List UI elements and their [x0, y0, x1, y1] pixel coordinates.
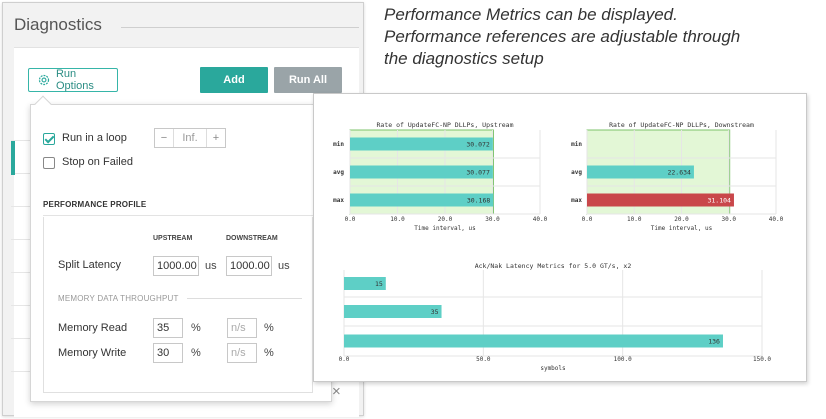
data-label: 30.168 — [467, 197, 491, 205]
chart-title: Ack/Nak Latency Metrics for 5.0 GT/s, x2 — [475, 262, 632, 270]
increment-button[interactable]: + — [207, 132, 225, 144]
data-label: 35 — [431, 308, 439, 316]
category-label: avg — [571, 169, 582, 176]
downstream-column-header: DOWNSTREAM — [226, 235, 278, 242]
memory-read-downstream-field[interactable]: n/s — [227, 318, 257, 338]
memory-read-label: Memory Read — [58, 322, 128, 334]
memory-write-downstream-field[interactable]: n/s — [227, 343, 257, 363]
performance-profile-box — [43, 217, 313, 393]
category-label: min — [333, 141, 344, 148]
run-in-loop-label: Run in a loop — [62, 132, 127, 144]
tick-label: 30.0 — [722, 216, 737, 223]
bar — [344, 334, 723, 348]
tick-label: 50.0 — [476, 356, 491, 363]
split-latency-upstream-field[interactable]: 1000.00 — [153, 256, 199, 276]
tick-label: 40.0 — [533, 216, 548, 223]
unit-label: % — [264, 347, 274, 359]
tick-label: 0.0 — [339, 356, 350, 363]
panel-title: Diagnostics — [14, 15, 102, 34]
loop-count-value[interactable]: Inf. — [173, 129, 207, 147]
chart-title: Rate of UpdateFC-NP DLLPs, Upstream — [377, 121, 514, 129]
data-label: 15 — [375, 280, 383, 288]
split-latency-downstream-field[interactable]: 1000.00 — [226, 256, 272, 276]
performance-profile-title: PERFORMANCE PROFILE — [43, 200, 147, 209]
tick-label: 40.0 — [769, 216, 784, 223]
description-line: Performance Metrics can be displayed. — [384, 5, 678, 24]
memory-write-upstream-field[interactable]: 30 — [153, 343, 183, 363]
tick-label: 30.0 — [485, 216, 500, 223]
data-label: 136 — [708, 338, 720, 346]
memory-read-upstream-field[interactable]: 35 — [153, 318, 183, 338]
tick-label: 20.0 — [674, 216, 689, 223]
subsection-divider — [187, 298, 302, 299]
chart-title: Rate of UpdateFC-NP DLLPs, Downstream — [609, 121, 754, 129]
add-button[interactable]: Add — [200, 67, 268, 93]
unit-label: % — [264, 322, 274, 334]
performance-charts-panel: Rate of UpdateFC-NP DLLPs, Upstream min 30… — [313, 93, 807, 382]
memory-throughput-subheader: MEMORY DATA THROUGHPUT — [58, 294, 179, 303]
unit-label: % — [191, 347, 201, 359]
loop-count-stepper[interactable]: − Inf. + — [154, 128, 226, 148]
axis-label: Time interval, us — [414, 225, 476, 232]
unit-label: % — [191, 322, 201, 334]
tick-label: 0.0 — [345, 216, 356, 223]
tick-label: 0.0 — [582, 216, 593, 223]
category-label: max — [333, 197, 344, 204]
section-divider — [43, 215, 313, 216]
run-options-button[interactable]: Run Options — [28, 68, 118, 92]
title-divider — [121, 27, 359, 28]
selected-row-marker — [11, 141, 15, 175]
axis-label: Time interval, us — [651, 225, 713, 232]
tick-label: 10.0 — [390, 216, 405, 223]
bar — [344, 305, 442, 318]
data-label: 31.104 — [707, 197, 731, 205]
description-line: the diagnostics setup — [384, 49, 544, 68]
description-text: Performance Metrics can be displayed. Pe… — [384, 4, 824, 70]
run-options-label: Run Options — [55, 68, 94, 92]
tick-label: 150.0 — [753, 356, 771, 363]
run-in-loop-checkbox[interactable] — [43, 133, 55, 145]
stop-on-failed-checkbox[interactable] — [43, 157, 55, 169]
upstream-column-header: UPSTREAM — [153, 235, 193, 242]
tick-label: 100.0 — [614, 356, 632, 363]
decrement-button[interactable]: − — [155, 132, 173, 144]
tick-label: 10.0 — [627, 216, 642, 223]
gear-icon — [38, 74, 50, 86]
category-label: min — [571, 141, 582, 148]
category-label: max — [571, 197, 582, 204]
data-label: 30.077 — [466, 169, 490, 177]
memory-write-label: Memory Write — [58, 347, 127, 359]
stop-on-failed-label: Stop on Failed — [62, 156, 133, 168]
axis-label: symbols — [540, 365, 566, 372]
close-icon[interactable]: × — [332, 384, 341, 399]
tick-label: 20.0 — [438, 216, 453, 223]
data-label: 22.634 — [667, 169, 691, 177]
unit-label: us — [278, 260, 290, 272]
description-line: Performance references are adjustable th… — [384, 27, 741, 46]
category-label: avg — [333, 169, 344, 176]
unit-label: us — [205, 260, 217, 272]
run-all-button[interactable]: Run All — [274, 67, 342, 93]
charts-svg: Rate of UpdateFC-NP DLLPs, Upstream min 30… — [333, 121, 784, 372]
split-latency-label: Split Latency — [58, 259, 121, 271]
data-label: 30.072 — [466, 141, 490, 149]
